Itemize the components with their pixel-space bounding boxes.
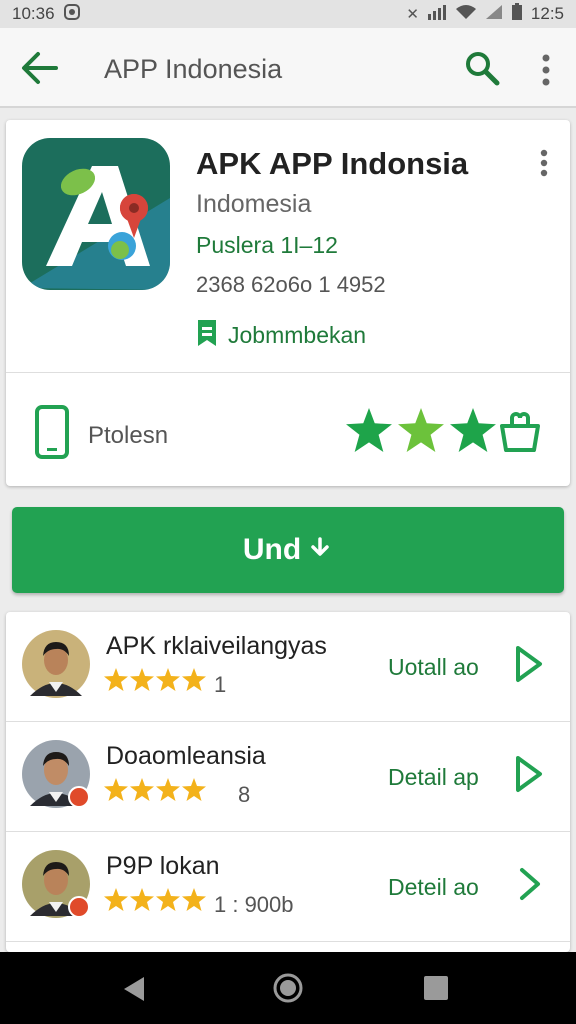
detail-link[interactable]: Uotall ao (388, 654, 479, 681)
list-item-rating (104, 888, 206, 916)
search-icon[interactable] (462, 48, 502, 88)
avatar (22, 630, 90, 698)
avatar-badge (68, 786, 90, 808)
app-logo (22, 138, 170, 290)
detail-link[interactable]: Detail ap (388, 764, 479, 791)
star-icon (156, 668, 180, 696)
list-item-title: P9P lokan (106, 852, 220, 880)
battery-icon (511, 3, 523, 25)
divider (6, 372, 570, 373)
avatar (22, 850, 90, 918)
chevron-right-icon[interactable] (512, 864, 546, 904)
star-icon (182, 778, 206, 806)
detail-link[interactable]: Deteil ao (388, 874, 479, 901)
app-rating (346, 408, 496, 457)
notification-icon (63, 3, 81, 25)
list-item-count: 1 (214, 672, 227, 697)
star-icon (104, 778, 128, 806)
more-vert-icon[interactable] (534, 52, 558, 88)
app-category[interactable]: Puslera 1I–12 (196, 232, 338, 259)
star-icon (156, 778, 180, 806)
arrow-down-icon (307, 533, 333, 567)
app-bar: APP Indonesia (0, 28, 576, 108)
star-icon (182, 888, 206, 916)
list-item-count: 8 (238, 782, 251, 807)
status-time: 10:36 (12, 4, 55, 23)
list-item-title: Doaomleansia (106, 742, 266, 770)
star-icon (130, 668, 154, 696)
mute-icon: ✕ (406, 6, 419, 23)
related-apps-list: APK rklaiveilangyas 1 Uotall ao Doaomlea… (6, 612, 570, 952)
nav-back-icon[interactable] (120, 974, 148, 1004)
star-icon (130, 888, 154, 916)
shopping-bag-icon[interactable] (498, 410, 542, 454)
badge-label: Jobmmbekan (228, 322, 367, 348)
star-icon (346, 408, 392, 457)
list-item-rating (104, 778, 206, 806)
star-icon (450, 408, 496, 457)
wifi-icon (455, 4, 477, 24)
bookmark-icon (196, 318, 218, 353)
app-meta: 2368 62o6o 1 4952 (196, 272, 386, 297)
avatar (22, 740, 90, 808)
play-arrow-icon[interactable] (512, 644, 546, 684)
install-button[interactable]: Und (12, 507, 564, 593)
developer-name[interactable]: Indomesia (196, 190, 311, 219)
page-title: APP Indonesia (104, 54, 283, 84)
list-item[interactable]: Doaomleansia 8 Detail ap (6, 722, 570, 832)
app-info-card: APK APP Indonsia Indomesia Puslera 1I–12… (6, 120, 570, 486)
star-icon (398, 408, 444, 457)
play-arrow-icon[interactable] (512, 754, 546, 794)
arrow-left-icon[interactable] (20, 50, 60, 86)
system-nav-bar (0, 952, 576, 1024)
nav-home-icon[interactable] (272, 972, 304, 1004)
signal-icon (427, 4, 447, 24)
status-battery-text: 12:5 (530, 4, 564, 23)
star-icon (104, 668, 128, 696)
platform-label: Ptolesn (88, 422, 169, 449)
nav-recents-icon[interactable] (424, 976, 448, 1000)
more-vert-icon[interactable] (534, 148, 554, 178)
star-icon (182, 668, 206, 696)
phone-icon (34, 404, 70, 460)
status-bar: 10:36 ✕ 12:5 (0, 0, 576, 28)
list-item[interactable]: APK rklaiveilangyas 1 Uotall ao (6, 612, 570, 722)
list-item[interactable]: P9P lokan 1 : 900b Deteil ao (6, 832, 570, 942)
star-icon (156, 888, 180, 916)
list-item-rating (104, 668, 206, 696)
avatar-badge (68, 896, 90, 918)
list-item-title: APK rklaiveilangyas (106, 632, 327, 660)
cell-icon (485, 4, 503, 24)
list-item-count: 1 : 900b (214, 892, 294, 917)
install-button-label: Und (242, 533, 302, 566)
star-icon (104, 888, 128, 916)
app-name: APK APP Indonsia (196, 146, 469, 181)
star-icon (130, 778, 154, 806)
app-badge: Jobmmbekan (196, 318, 366, 353)
